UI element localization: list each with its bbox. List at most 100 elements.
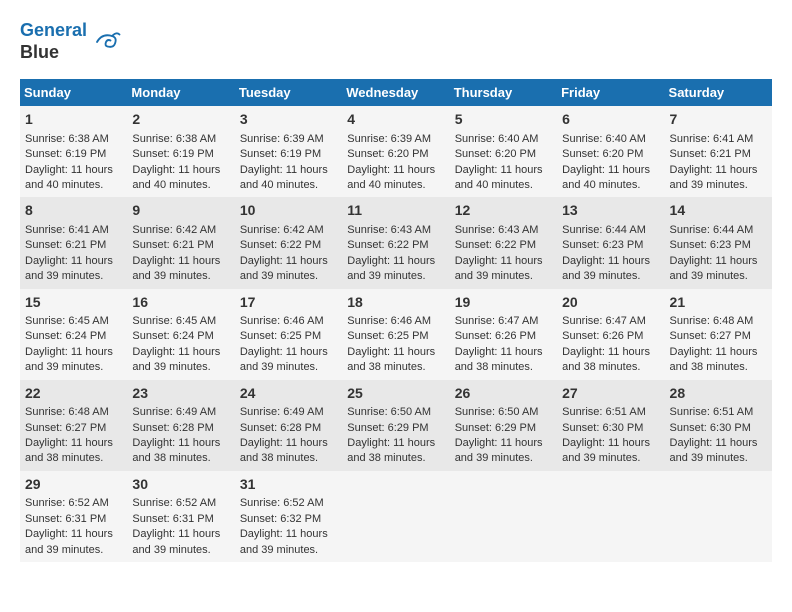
cell-info-line: Daylight: 11 hours [347,163,444,178]
column-header-saturday: Saturday [665,79,772,106]
day-number: 31 [240,475,337,495]
cell-info-line: and 38 minutes. [132,451,229,466]
calendar-cell [450,471,557,562]
calendar-cell: 23Sunrise: 6:49 AMSunset: 6:28 PMDayligh… [127,380,234,471]
day-number: 8 [25,201,122,221]
cell-info-line: Sunrise: 6:48 AM [670,314,767,329]
cell-info-line: and 39 minutes. [132,269,229,284]
calendar-cell: 15Sunrise: 6:45 AMSunset: 6:24 PMDayligh… [20,289,127,380]
calendar-cell: 13Sunrise: 6:44 AMSunset: 6:23 PMDayligh… [557,197,664,288]
cell-info-line: Sunrise: 6:52 AM [132,496,229,511]
cell-info-line: Sunset: 6:28 PM [240,421,337,436]
cell-info-line: Sunrise: 6:38 AM [132,132,229,147]
cell-info-line: Sunrise: 6:51 AM [670,405,767,420]
logo-bird-icon [91,27,121,57]
cell-info-line: Sunrise: 6:44 AM [670,223,767,238]
cell-info-line: Sunset: 6:23 PM [562,238,659,253]
cell-info-line: and 39 minutes. [132,543,229,558]
cell-info-line: Sunset: 6:25 PM [240,329,337,344]
day-number: 23 [132,384,229,404]
column-header-friday: Friday [557,79,664,106]
day-number: 13 [562,201,659,221]
day-number: 1 [25,110,122,130]
calendar-week-5: 29Sunrise: 6:52 AMSunset: 6:31 PMDayligh… [20,471,772,562]
calendar-week-3: 15Sunrise: 6:45 AMSunset: 6:24 PMDayligh… [20,289,772,380]
day-number: 19 [455,293,552,313]
column-header-tuesday: Tuesday [235,79,342,106]
calendar-week-4: 22Sunrise: 6:48 AMSunset: 6:27 PMDayligh… [20,380,772,471]
cell-info-line: Sunset: 6:21 PM [670,147,767,162]
cell-info-line: Sunrise: 6:47 AM [562,314,659,329]
cell-info-line: Daylight: 11 hours [670,163,767,178]
cell-info-line: Sunrise: 6:40 AM [455,132,552,147]
logo: GeneralBlue [20,20,121,63]
calendar-cell: 8Sunrise: 6:41 AMSunset: 6:21 PMDaylight… [20,197,127,288]
day-number: 2 [132,110,229,130]
day-number: 21 [670,293,767,313]
day-number: 20 [562,293,659,313]
cell-info-line: and 39 minutes. [25,360,122,375]
day-number: 7 [670,110,767,130]
cell-info-line: Daylight: 11 hours [455,254,552,269]
calendar-cell: 6Sunrise: 6:40 AMSunset: 6:20 PMDaylight… [557,106,664,197]
day-number: 25 [347,384,444,404]
day-number: 10 [240,201,337,221]
calendar-cell: 2 Sunrise: 6:38 AMSunset: 6:19 PMDaylight… [127,106,234,197]
cell-info-line: Sunset: 6:19 PM [240,147,337,162]
cell-info-line: Sunset: 6:26 PM [562,329,659,344]
cell-info-line: Daylight: 11 hours [240,254,337,269]
cell-info-line: Sunset: 6:29 PM [455,421,552,436]
cell-info-line: Daylight: 11 hours [25,254,122,269]
cell-info-line: and 39 minutes. [670,269,767,284]
cell-info-line: Sunrise: 6:45 AM [132,314,229,329]
cell-info-line: and 39 minutes. [240,543,337,558]
cell-info-line: Sunset: 6:19 PM [132,147,229,162]
cell-info-line: Daylight: 11 hours [347,345,444,360]
day-number: 18 [347,293,444,313]
cell-info-line: Daylight: 11 hours [25,345,122,360]
cell-info-line: Daylight: 11 hours [347,254,444,269]
calendar-cell: 17Sunrise: 6:46 AMSunset: 6:25 PMDayligh… [235,289,342,380]
calendar-cell: 31Sunrise: 6:52 AMSunset: 6:32 PMDayligh… [235,471,342,562]
cell-info-line: Daylight: 11 hours [455,345,552,360]
cell-info-line: Sunset: 6:20 PM [455,147,552,162]
calendar-cell: 22Sunrise: 6:48 AMSunset: 6:27 PMDayligh… [20,380,127,471]
cell-info-line: Daylight: 11 hours [670,436,767,451]
cell-info-line: Sunrise: 6:46 AM [240,314,337,329]
cell-info-line: Sunrise: 6:46 AM [347,314,444,329]
cell-info-line: and 40 minutes. [240,178,337,193]
day-number: 5 [455,110,552,130]
day-number: 17 [240,293,337,313]
cell-info-line: and 39 minutes. [347,269,444,284]
cell-info-line: Daylight: 11 hours [132,527,229,542]
calendar-cell: 28Sunrise: 6:51 AMSunset: 6:30 PMDayligh… [665,380,772,471]
calendar-table: SundayMondayTuesdayWednesdayThursdayFrid… [20,79,772,562]
calendar-week-2: 8Sunrise: 6:41 AMSunset: 6:21 PMDaylight… [20,197,772,288]
cell-info-line: and 39 minutes. [670,451,767,466]
cell-info-line: Sunrise: 6:42 AM [240,223,337,238]
column-header-monday: Monday [127,79,234,106]
cell-info-line: Sunset: 6:27 PM [25,421,122,436]
cell-info-line: Sunrise: 6:52 AM [240,496,337,511]
cell-info-line: and 38 minutes. [25,451,122,466]
calendar-cell [342,471,449,562]
cell-info-line: Daylight: 11 hours [132,163,229,178]
cell-info-line: Daylight: 11 hours [25,163,122,178]
cell-info-line: Sunset: 6:26 PM [455,329,552,344]
day-number: 14 [670,201,767,221]
cell-info-line: and 40 minutes. [25,178,122,193]
cell-info-line: Daylight: 11 hours [347,436,444,451]
day-number: 4 [347,110,444,130]
calendar-cell: 1 Sunrise: 6:38 AMSunset: 6:19 PMDaylight… [20,106,127,197]
day-number: 9 [132,201,229,221]
cell-info-line: Sunrise: 6:38 AM [25,132,122,147]
column-header-sunday: Sunday [20,79,127,106]
cell-info-line: Sunset: 6:22 PM [347,238,444,253]
cell-info-line: Sunrise: 6:48 AM [25,405,122,420]
cell-info-line: Sunrise: 6:43 AM [455,223,552,238]
cell-info-line: and 39 minutes. [240,269,337,284]
day-number: 29 [25,475,122,495]
day-number: 26 [455,384,552,404]
cell-info-line: and 40 minutes. [562,178,659,193]
cell-info-line: Sunset: 6:19 PM [25,147,122,162]
